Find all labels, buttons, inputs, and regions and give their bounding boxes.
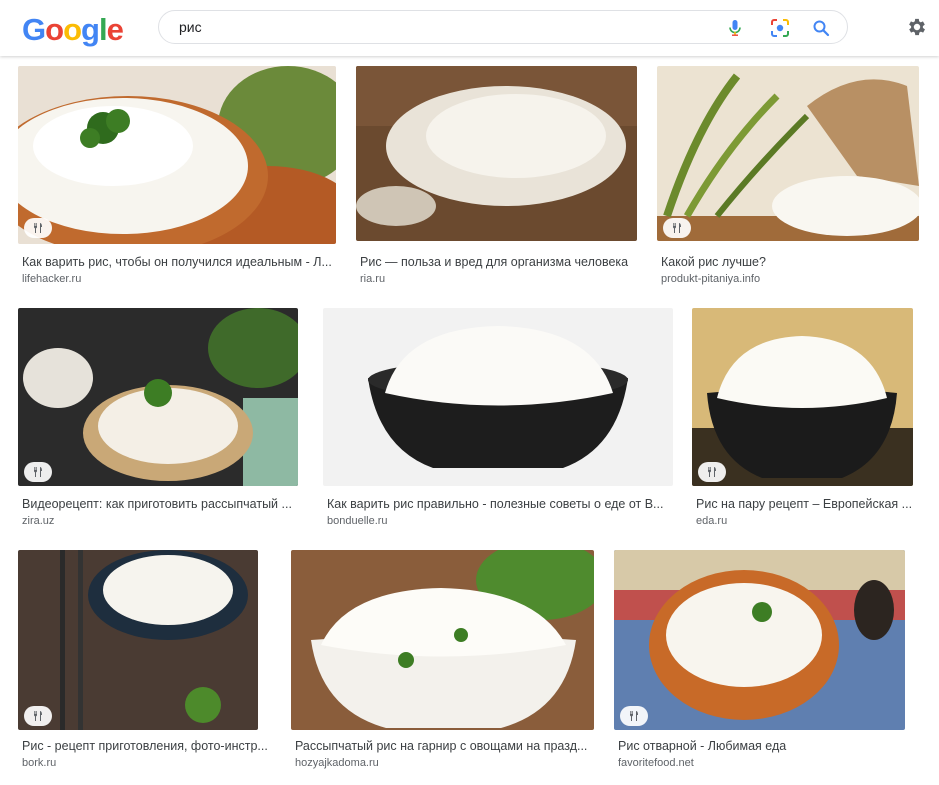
logo-letter: G (22, 12, 46, 47)
result-image[interactable] (18, 550, 258, 730)
logo-letter: g (81, 12, 100, 47)
recipe-badge (663, 218, 691, 238)
result-title[interactable]: Рассыпчатый рис на гарнир с овощами на п… (295, 738, 591, 754)
image-result[interactable]: Рис — польза и вред для организма челове… (356, 66, 637, 292)
result-image[interactable] (657, 66, 919, 241)
rice-plate-image (18, 308, 298, 486)
result-image[interactable] (323, 308, 673, 486)
result-image[interactable] (614, 550, 905, 730)
result-source[interactable]: ria.ru (360, 272, 385, 286)
image-result[interactable]: Как варить рис правильно - полезные сове… (323, 308, 673, 530)
fork-knife-icon (673, 223, 681, 233)
result-image[interactable] (692, 308, 913, 486)
recipe-badge (24, 706, 52, 726)
result-title[interactable]: Как варить рис правильно - полезные сове… (327, 496, 669, 512)
image-result[interactable]: Видеорецепт: как приготовить рассыпчатый… (18, 308, 300, 530)
image-result[interactable]: Рис - рецепт приготовления, фото-инстр..… (18, 550, 268, 772)
image-result[interactable]: Рассыпчатый рис на гарнир с овощами на п… (291, 550, 594, 772)
raw-rice-image (356, 66, 637, 241)
rice-bowl-image (18, 66, 336, 244)
steamed-rice-image (692, 308, 913, 486)
logo-letter: e (106, 12, 124, 47)
image-result[interactable]: Как варить рис, чтобы он получился идеал… (18, 66, 336, 292)
search-input[interactable] (179, 17, 699, 37)
result-title[interactable]: Рис на пару рецепт – Европейская ... (696, 496, 916, 512)
result-title[interactable]: Рис — польза и вред для организма челове… (360, 254, 636, 270)
result-source[interactable]: eda.ru (696, 514, 727, 528)
result-source[interactable]: favoritefood.net (618, 756, 694, 770)
logo-letter: l (98, 12, 108, 47)
result-source[interactable]: bork.ru (22, 756, 56, 770)
logo-letter: o (45, 12, 64, 47)
result-title[interactable]: Как варить рис, чтобы он получился идеал… (22, 254, 334, 270)
recipe-badge (24, 218, 52, 238)
image-result[interactable]: Рис отварной - Любимая еда favoritefood.… (614, 550, 919, 772)
search-box (158, 10, 848, 44)
header: Google (0, 0, 939, 56)
image-result[interactable]: Рис на пару рецепт – Европейская ... eda… (692, 308, 919, 530)
result-image[interactable] (291, 550, 594, 730)
result-image[interactable] (18, 66, 336, 244)
rice-sack-image (657, 66, 919, 241)
result-title[interactable]: Рис - рецепт приготовления, фото-инстр..… (22, 738, 268, 754)
logo-letter: o (63, 12, 82, 47)
result-image[interactable] (356, 66, 637, 241)
microphone-icon[interactable] (724, 17, 746, 39)
search-icon[interactable] (810, 17, 832, 39)
fork-knife-icon (34, 223, 42, 233)
result-source[interactable]: produkt-pitaniya.info (661, 272, 760, 286)
result-title[interactable]: Видеорецепт: как приготовить рассыпчатый… (22, 496, 300, 512)
camera-lens-icon[interactable] (769, 17, 791, 39)
black-bowl-rice-image (323, 308, 673, 486)
result-source[interactable]: lifehacker.ru (22, 272, 81, 286)
google-logo[interactable]: Google (22, 12, 124, 47)
recipe-badge (620, 706, 648, 726)
recipe-badge (698, 462, 726, 482)
fork-knife-icon (708, 467, 716, 477)
fork-knife-icon (630, 711, 638, 721)
fork-knife-icon (34, 467, 42, 477)
white-bowl-rice-image (291, 550, 594, 730)
result-title[interactable]: Какой рис лучше? (661, 254, 919, 270)
gear-icon[interactable] (906, 16, 928, 38)
result-source[interactable]: zira.uz (22, 514, 54, 528)
image-result[interactable]: Какой рис лучше? produkt-pitaniya.info (657, 66, 919, 292)
fork-knife-icon (34, 711, 42, 721)
orange-bowl-rice-image (614, 550, 905, 730)
rice-chopsticks-image (18, 550, 258, 730)
result-title[interactable]: Рис отварной - Любимая еда (618, 738, 918, 754)
result-source[interactable]: hozyajkadoma.ru (295, 756, 379, 770)
recipe-badge (24, 462, 52, 482)
result-source[interactable]: bonduelle.ru (327, 514, 388, 528)
result-image[interactable] (18, 308, 298, 486)
